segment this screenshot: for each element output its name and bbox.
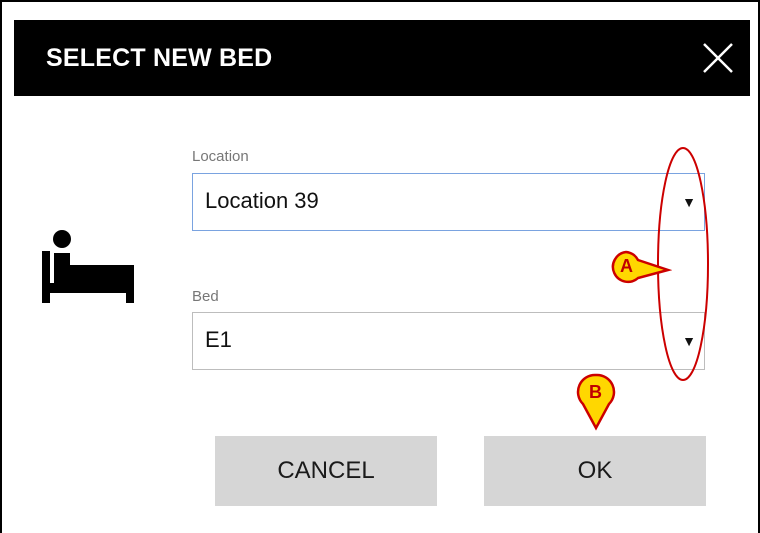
bed-label: Bed [192, 288, 219, 305]
close-icon[interactable] [696, 36, 740, 80]
dialog-title: SELECT NEW BED [46, 44, 273, 72]
annotation-marker-a: A [608, 248, 673, 293]
bed-select[interactable]: E1 ▼ [192, 312, 705, 370]
annotation-label-a: A [620, 256, 633, 276]
cancel-button[interactable]: CANCEL [215, 436, 437, 506]
annotation-label-b: B [589, 382, 602, 402]
ok-button[interactable]: OK [484, 436, 706, 506]
location-label: Location [192, 148, 249, 165]
select-new-bed-dialog: SELECT NEW BED Location Location 39 ▼ Be… [0, 0, 760, 533]
bed-person-icon [42, 227, 138, 312]
location-value: Location 39 [205, 188, 319, 213]
dialog-titlebar: SELECT NEW BED [14, 20, 750, 96]
bed-value: E1 [205, 327, 232, 352]
location-select[interactable]: Location 39 ▼ [192, 173, 705, 231]
annotation-marker-b: B [574, 372, 618, 437]
